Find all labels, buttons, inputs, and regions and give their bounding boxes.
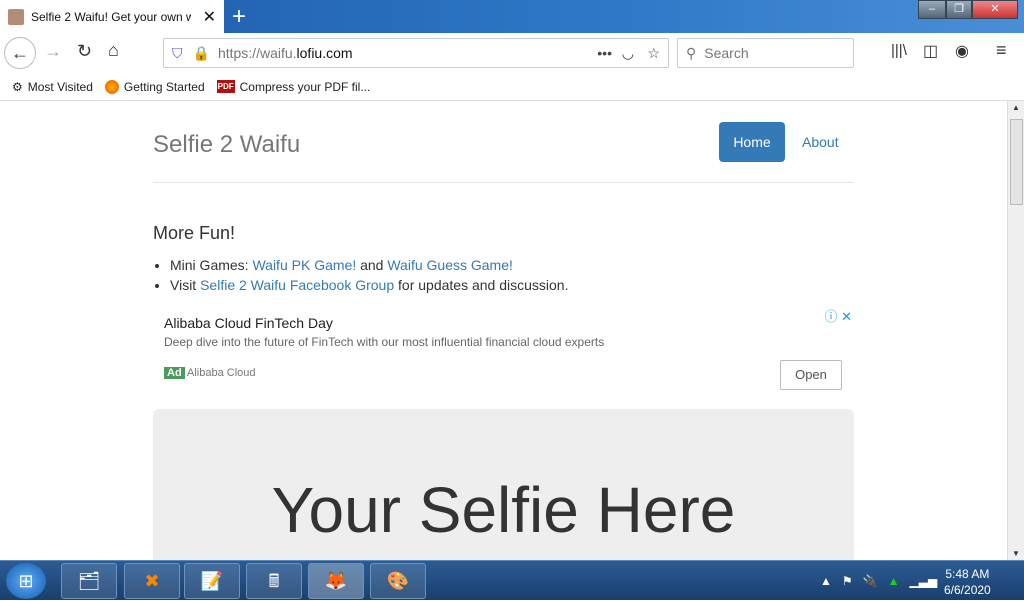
nav-toolbar: ← → ↻ ⌂ ⛉ 🔒 https://waifu. lofiu.com ••• … [0, 33, 1024, 73]
favicon-icon [8, 8, 24, 25]
close-window-button[interactable]: ✕ [972, 0, 1018, 19]
calculator-icon[interactable]: 🖩 [246, 563, 302, 599]
section-heading: More Fun! [153, 223, 236, 243]
search-icon: ⚲ [686, 44, 697, 61]
bookmarks-bar: ⚙ Most Visited Getting Started PDF Compres… [0, 73, 1024, 101]
page-actions-icon[interactable]: ••• [597, 45, 612, 61]
bookmark-most-visited[interactable]: ⚙ Most Visited [12, 80, 93, 94]
minimize-button[interactable]: – [918, 0, 946, 19]
maximize-button[interactable]: ❐ [946, 0, 972, 19]
back-button[interactable]: ← [4, 37, 36, 69]
taskbar: ⊞ 🗂 ✖ 📝 🖩 🦊 🎨 ▲ ⚑ 🔌 ▲ ▁▃▅ 5:48 AM 6/6/202… [0, 560, 1024, 600]
reload-button[interactable]: ↻ [77, 41, 92, 62]
divider [153, 182, 854, 183]
facebook-group-link[interactable]: Selfie 2 Waifu Facebook Group [200, 277, 394, 293]
tab-title: Selfie 2 Waifu! Get your own waifu [31, 9, 191, 24]
system-tray: ▲ ⚑ 🔌 ▲ ▁▃▅ [820, 561, 937, 601]
scroll-thumb[interactable] [1010, 119, 1023, 205]
account-icon[interactable]: ◉ [955, 41, 969, 61]
app-tray-icon[interactable]: ▲ [888, 574, 900, 588]
bookmark-label: Compress your PDF fil... [239, 79, 371, 94]
forward-button[interactable]: → [44, 41, 62, 62]
new-tab-button[interactable]: + [232, 3, 246, 31]
menu-icon[interactable]: ≡ [996, 40, 1007, 61]
text: Mini Games: [170, 257, 253, 273]
show-hidden-icons[interactable]: ▲ [820, 574, 832, 588]
scroll-down-icon[interactable]: ▼ [1012, 549, 1020, 558]
list-item: Visit Selfie 2 Waifu Facebook Group for … [170, 275, 568, 295]
nav-about[interactable]: About [802, 134, 839, 150]
library-icon[interactable]: |||\ [891, 42, 907, 59]
gear-icon: ⚙ [12, 79, 23, 94]
guess-game-link[interactable]: Waifu Guess Game! [387, 257, 513, 273]
selfie-dropzone[interactable]: Your Selfie Here [153, 409, 854, 560]
sidebar-icon[interactable]: ◫ [923, 41, 938, 61]
scroll-up-icon[interactable]: ▲ [1012, 103, 1020, 112]
page-content: Selfie 2 Waifu Home About More Fun! Mini… [0, 101, 1007, 560]
nav-home[interactable]: Home [719, 122, 785, 162]
power-icon[interactable]: 🔌 [863, 574, 878, 588]
url-prefix: https://waifu. [217, 45, 297, 61]
bookmark-getting-started[interactable]: Getting Started [104, 79, 205, 94]
url-bar[interactable]: ⛉ 🔒 https://waifu. lofiu.com ••• ◡ ☆ [163, 38, 669, 68]
start-button[interactable]: ⊞ [6, 563, 46, 599]
search-input[interactable]: ⚲ Search [677, 38, 854, 68]
text: for updates and discussion. [394, 277, 569, 293]
paint-icon[interactable]: 🎨 [370, 563, 426, 599]
fun-list: Mini Games: Waifu PK Game! and Waifu Gue… [170, 255, 568, 295]
bookmark-label: Getting Started [123, 79, 205, 94]
firefox-icon [104, 79, 119, 94]
bookmark-star-icon[interactable]: ☆ [647, 45, 660, 62]
pocket-icon[interactable]: ◡ [622, 45, 634, 62]
ad-close-icon[interactable]: ⓘ ✕ [824, 306, 852, 325]
ad-source: Alibaba Cloud [187, 367, 256, 379]
search-placeholder: Search [704, 45, 749, 61]
ad-description: Deep dive into the future of FinTech wit… [164, 335, 605, 349]
bookmark-label: Most Visited [27, 79, 93, 94]
lock-icon: 🔒 [192, 44, 210, 61]
tab-bar: Selfie 2 Waifu! Get your own waifu ✕ + –… [0, 0, 1024, 33]
shield-icon: ⛉ [172, 44, 183, 61]
close-tab-icon[interactable]: ✕ [203, 7, 216, 27]
text: Visit [170, 277, 201, 293]
ad-open-button[interactable]: Open [780, 360, 842, 390]
explorer-icon[interactable]: 🗂 [61, 563, 117, 599]
xampp-icon[interactable]: ✖ [124, 563, 180, 599]
list-item: Mini Games: Waifu PK Game! and Waifu Gue… [170, 255, 568, 275]
text: and [356, 257, 388, 273]
ad-badge: Ad [164, 367, 185, 379]
time: 5:48 AM [945, 567, 990, 581]
pdf-icon: PDF [216, 80, 235, 93]
home-button[interactable]: ⌂ [108, 40, 119, 61]
url-domain: lofiu.com [296, 45, 353, 61]
site-brand[interactable]: Selfie 2 Waifu [153, 131, 300, 159]
bookmark-compress-pdf[interactable]: PDF Compress your PDF fil... [216, 79, 371, 94]
signal-icon[interactable]: ▁▃▅ [910, 574, 938, 588]
ad-title[interactable]: Alibaba Cloud FinTech Day [164, 315, 333, 331]
clock[interactable]: 5:48 AM 6/6/2020 [944, 566, 991, 598]
pk-game-link[interactable]: Waifu PK Game! [252, 257, 356, 273]
selfie-placeholder-text: Your Selfie Here [271, 474, 736, 546]
tab-active[interactable]: Selfie 2 Waifu! Get your own waifu ✕ [0, 0, 224, 33]
flag-icon[interactable]: ⚑ [842, 574, 853, 588]
ad-banner[interactable]: Alibaba Cloud FinTech Day Deep dive into… [153, 306, 854, 396]
date: 6/6/2020 [944, 583, 991, 597]
scrollbar[interactable]: ▲ ▼ [1007, 101, 1024, 560]
firefox-taskbar-icon[interactable]: 🦊 [308, 563, 364, 599]
notepad-icon[interactable]: 📝 [184, 563, 240, 599]
